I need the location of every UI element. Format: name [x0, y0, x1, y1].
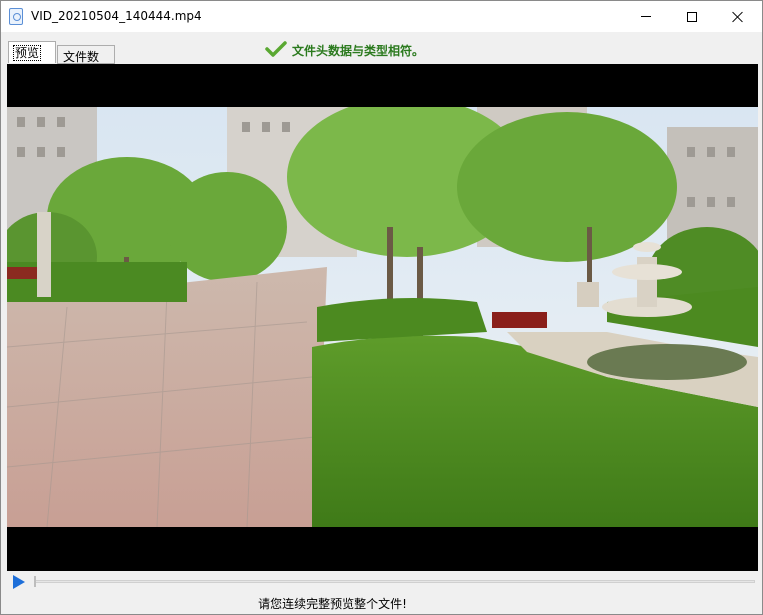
tab-preview-label: 预览	[12, 45, 42, 61]
status-message: 文件头数据与类型相符。	[292, 44, 425, 58]
window-title: VID_20210504_140444.mp4	[31, 9, 202, 23]
tab-file-data[interactable]: 文件数据	[57, 45, 115, 81]
preview-window: VID_20210504_140444.mp4 预览 文件数据 文件头数据与类型…	[0, 0, 763, 615]
video-frame	[7, 107, 758, 527]
player-controls	[7, 571, 758, 591]
play-icon[interactable]	[13, 575, 25, 589]
title-bar: VID_20210504_140444.mp4	[1, 1, 762, 32]
maximize-button[interactable]	[669, 1, 715, 32]
video-file-icon	[9, 8, 23, 25]
maximize-icon	[687, 11, 697, 22]
close-icon	[732, 11, 744, 23]
seek-handle[interactable]	[34, 576, 36, 587]
preview-hint: 请您连续完整预览整个文件!	[258, 597, 407, 611]
seek-bar[interactable]	[35, 580, 755, 583]
close-button[interactable]	[715, 1, 761, 32]
minimize-button[interactable]	[623, 1, 669, 32]
video-player[interactable]	[7, 64, 758, 571]
minimize-icon	[641, 16, 651, 17]
checkmark-icon	[265, 41, 287, 57]
tab-preview[interactable]: 预览	[8, 41, 56, 63]
video-scene-image	[7, 107, 758, 527]
